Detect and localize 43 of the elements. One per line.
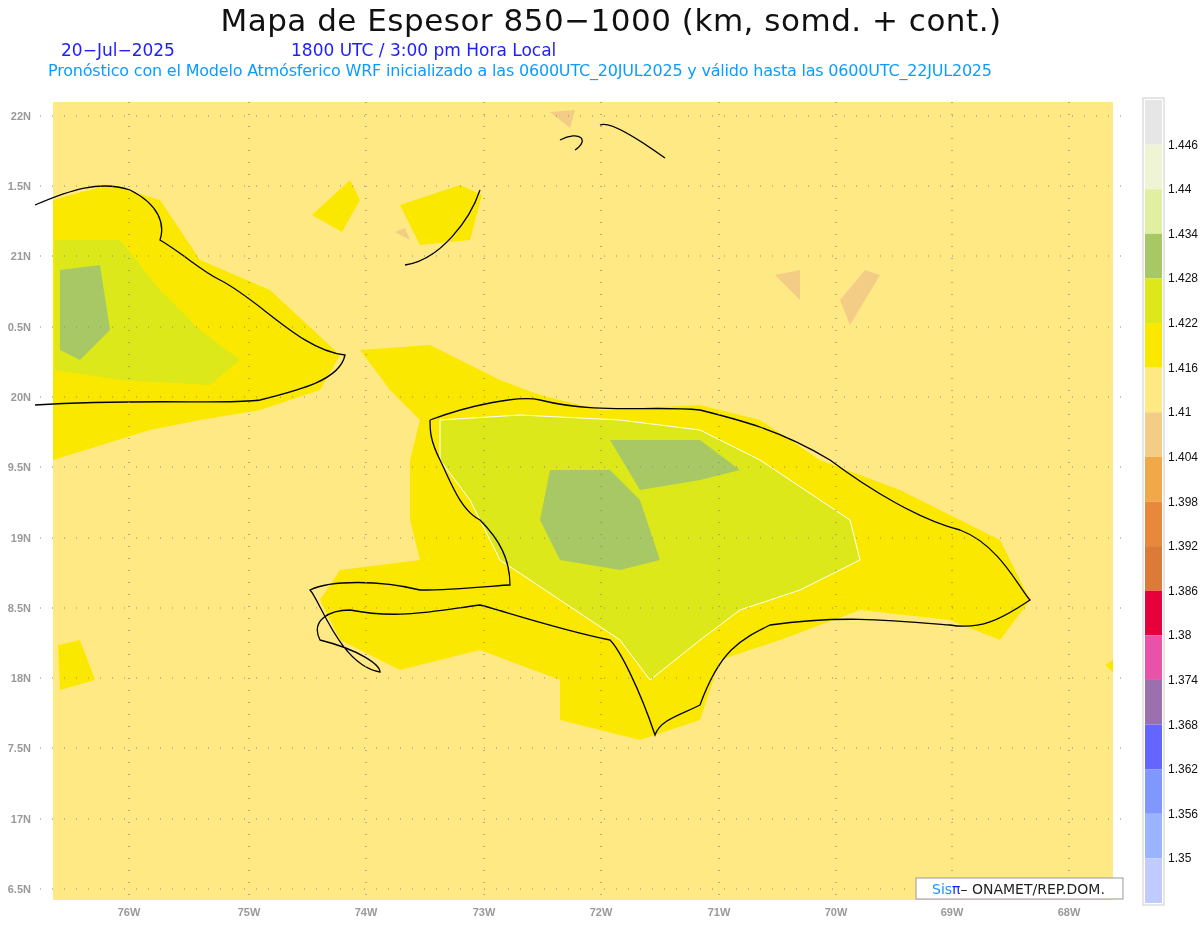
longitude-label: 76W	[117, 906, 141, 918]
latitude-label: 19N	[10, 532, 31, 544]
longitude-label: 75W	[237, 906, 261, 918]
colorbar-label: 1.422	[1168, 316, 1199, 331]
colorbar-label: 1.44	[1168, 182, 1192, 197]
colorbar-label: 1.398	[1168, 494, 1199, 509]
colorbar-label: 1.434	[1168, 226, 1199, 241]
colorbar-label: 1.428	[1168, 271, 1199, 286]
latitude-label: 22N	[10, 110, 31, 122]
credit-label: Sisπ– ONAMET/REP.DOM.	[915, 877, 1124, 900]
latitude-label: 8.5N	[7, 602, 31, 614]
latitude-label: 9.5N	[7, 461, 31, 473]
colorbar-label: 1.392	[1168, 539, 1199, 554]
colorbar-label: 1.356	[1168, 806, 1199, 821]
colorbar-label: 1.35	[1168, 851, 1192, 866]
colorbar-label: 1.404	[1168, 449, 1199, 464]
latitude-label: 1.5N	[7, 180, 31, 192]
latitude-label: 7.5N	[7, 742, 31, 754]
longitude-label: 74W	[354, 906, 378, 918]
map-title: Mapa de Espesor 850−1000 (km, somd. + cont.)	[219, 1, 1003, 40]
forecast-date: 20−Jul−2025	[61, 40, 176, 60]
latitude-label: 0.5N	[7, 321, 31, 333]
latitude-label: 6.5N	[7, 883, 31, 895]
latitude-label: 18N	[10, 672, 31, 684]
latitude-label: 21N	[10, 250, 31, 262]
longitude-label: 73W	[472, 906, 496, 918]
colorbar-label: 1.362	[1168, 762, 1199, 777]
forecast-description: Pronóstico con el Modelo Atmósferico WRF inicializado a las 0600UTC_20JUL2025 y válido hasta las 0600UTC_22JUL2025	[48, 60, 993, 82]
colorbar-label: 1.374	[1168, 672, 1199, 687]
colorbar-label: 1.386	[1168, 583, 1199, 598]
longitude-label: 68W	[1057, 906, 1081, 918]
longitude-label: 70W	[824, 906, 848, 918]
longitude-label: 69W	[940, 906, 964, 918]
longitude-label: 71W	[707, 906, 731, 918]
colorbar-label: 1.41	[1168, 405, 1192, 420]
latitude-label: 20N	[10, 391, 31, 403]
colorbar-label: 1.38	[1168, 628, 1192, 643]
colorbar-label: 1.446	[1168, 137, 1199, 152]
forecast-time: 1800 UTC / 3:00 pm Hora Local	[291, 40, 557, 60]
longitude-label: 72W	[589, 906, 613, 918]
latitude-label: 17N	[10, 813, 31, 825]
colorbar-label: 1.368	[1168, 717, 1199, 732]
colorbar-label: 1.416	[1168, 360, 1199, 375]
